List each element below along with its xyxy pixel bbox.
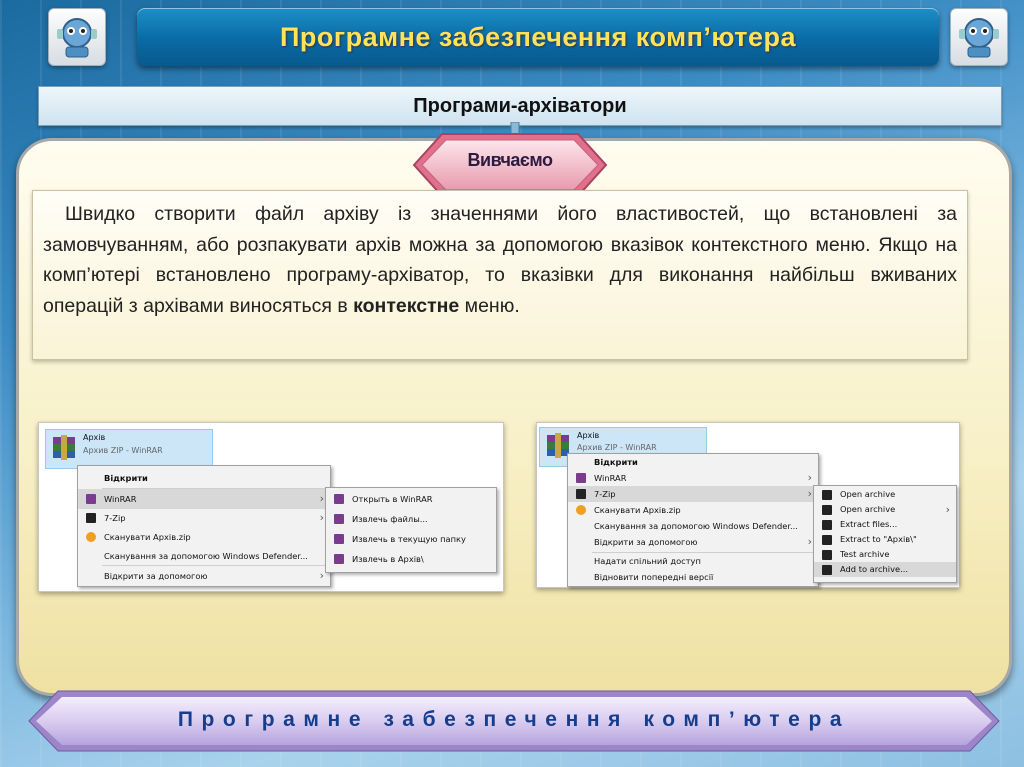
footer-title: Програмне забезпечення комп’ютера [177, 708, 851, 731]
chevron-right-icon: › [807, 535, 812, 548]
subtitle-bar: Програми-архіватори [38, 86, 1002, 126]
submenu-item[interactable]: Извлечь файлы... [326, 509, 496, 529]
menu-item-winrar[interactable]: WinRAR › [568, 470, 818, 486]
submenu-item[interactable]: Add to archive... [814, 562, 956, 577]
submenu-item[interactable]: Извлечь в текущую папку [326, 529, 496, 549]
rar-archive-icon [53, 435, 75, 460]
robot-icon[interactable] [48, 8, 106, 66]
7zip-icon [822, 535, 832, 545]
menu-item-defender[interactable]: Сканування за допомогою Windows Defender… [568, 518, 818, 534]
menu-item-share[interactable]: Надати спільний доступ [568, 553, 818, 569]
menu-item-scan[interactable]: Сканувати Архів.zip [78, 527, 330, 547]
menu-item-open-with[interactable]: Відкрити за допомогою › [568, 534, 818, 550]
section-title: Програми-архіватори [413, 94, 627, 117]
paragraph: Швидко створити файл архіву із значенням… [43, 199, 957, 321]
context-menu-screenshot-winrar: Архів Архив ZIP - WinRAR Відкрити WinRAR… [38, 422, 504, 592]
winrar-icon [576, 473, 586, 483]
context-menu: Відкрити WinRAR › 7-Zip › Сканувати Архів.… [77, 465, 331, 587]
menu-item-7zip[interactable]: 7-Zip › [78, 508, 330, 528]
chevron-right-icon: › [319, 492, 324, 505]
winrar-icon [334, 534, 344, 544]
winrar-icon [334, 494, 344, 504]
7zip-icon [822, 550, 832, 560]
file-type: Архив ZIP - WinRAR [577, 443, 657, 452]
7zip-icon [822, 490, 832, 500]
scan-icon [86, 532, 96, 542]
submenu-item[interactable]: Извлечь в Архів\ [326, 549, 496, 569]
chevron-right-icon: › [319, 511, 324, 524]
scan-icon [576, 505, 586, 515]
file-type: Архив ZIP - WinRAR [83, 446, 163, 455]
chevron-right-icon: › [807, 471, 812, 484]
winrar-icon [334, 554, 344, 564]
file-name: Архів [83, 433, 106, 442]
menu-item-restore[interactable]: Відновити попередні версії [568, 569, 818, 585]
submenu-item[interactable]: Extract files... [814, 517, 956, 532]
menu-item-scan[interactable]: Сканувати Архів.zip [568, 502, 818, 518]
winrar-submenu: Открыть в WinRAR Извлечь файлы... Извлеч… [325, 487, 497, 573]
7zip-icon [822, 565, 832, 575]
paragraph-bold: контекстне [353, 294, 460, 317]
7zip-icon [86, 513, 96, 523]
title-bar: Програмне забезпечення комп’ютера [137, 8, 939, 66]
chevron-right-icon: › [807, 487, 812, 500]
file-name: Архів [577, 431, 600, 440]
chevron-right-icon: › [319, 569, 324, 582]
winrar-icon [86, 494, 96, 504]
7zip-icon [576, 489, 586, 499]
winrar-icon [334, 514, 344, 524]
context-menu-screenshot-7zip: Архів Архив ZIP - WinRAR Відкрити WinRAR… [536, 422, 960, 588]
submenu-item[interactable]: Open archive › [814, 502, 956, 517]
page-title: Програмне забезпечення комп’ютера [279, 21, 797, 52]
submenu-item[interactable]: Test archive [814, 547, 956, 562]
7zip-icon [822, 520, 832, 530]
menu-item-open[interactable]: Відкрити [78, 468, 330, 488]
menu-item-7zip[interactable]: 7-Zip › [568, 486, 818, 502]
submenu-item[interactable]: Extract to "Архів\" [814, 532, 956, 547]
submenu-item[interactable]: Открыть в WinRAR [326, 489, 496, 509]
robot-icon[interactable] [950, 8, 1008, 66]
paragraph-end: меню. [459, 294, 520, 317]
context-menu: Відкрити WinRAR › 7-Zip › Сканувати Архів.… [567, 453, 819, 587]
7zip-submenu: Open archive Open archive › Extract files… [813, 485, 957, 583]
menu-item-defender[interactable]: Сканування за допомогою Windows Defender… [78, 546, 330, 566]
7zip-icon [822, 505, 832, 515]
menu-item-open-with[interactable]: Відкрити за допомогою › [78, 566, 330, 586]
menu-item-winrar[interactable]: WinRAR › [78, 489, 330, 509]
text-box: Швидко створити файл архіву із значенням… [32, 190, 968, 360]
submenu-item[interactable]: Open archive [814, 487, 956, 502]
menu-item-open[interactable]: Відкрити [568, 454, 818, 470]
badge-label: Вивчаємо [467, 150, 553, 170]
chevron-right-icon: › [945, 503, 950, 516]
